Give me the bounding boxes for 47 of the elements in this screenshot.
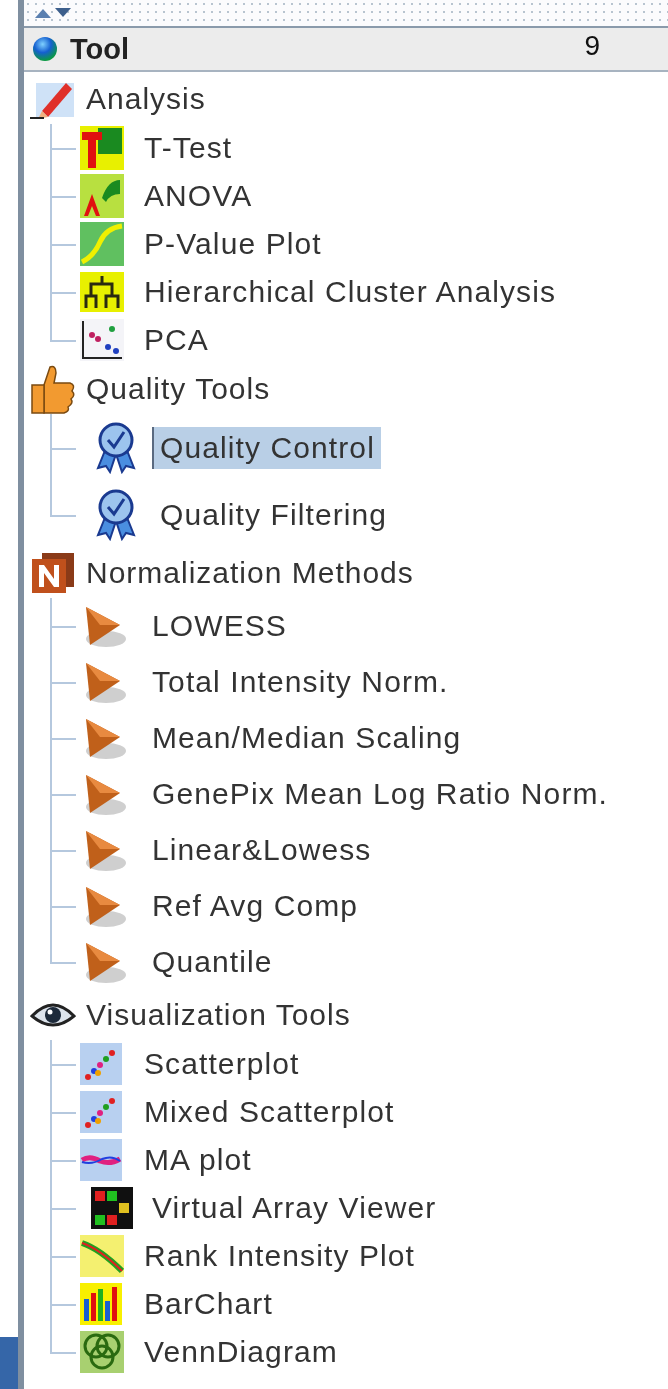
tree-item[interactable]: BarChart	[136, 1283, 279, 1325]
scatter-icon	[80, 1043, 122, 1085]
up-arrow-icon[interactable]	[34, 7, 52, 19]
panel-edge	[0, 1337, 18, 1389]
venn-icon	[80, 1331, 124, 1373]
tree-item[interactable]: Virtual Array Viewer	[144, 1187, 443, 1229]
tree-item[interactable]: T-Test	[136, 127, 239, 169]
tree-item[interactable]: Quantile	[144, 941, 279, 983]
panel-title: Tool	[70, 32, 130, 66]
thumbs-up-icon	[30, 363, 76, 415]
down-arrow-icon[interactable]	[54, 7, 72, 19]
tree-group[interactable]: Normalization Methods	[86, 556, 414, 590]
tree-item[interactable]: Hierarchical Cluster Analysis	[136, 271, 563, 313]
scatter-icon	[80, 319, 124, 361]
tree-item[interactable]: GenePix Mean Log Ratio Norm.	[144, 773, 614, 815]
tree-item[interactable]: Mixed Scatterplot	[136, 1091, 401, 1133]
tree-item[interactable]: Scatterplot	[136, 1043, 306, 1085]
heatmap-icon	[91, 1187, 133, 1229]
tree-group[interactable]: Analysis	[86, 82, 206, 116]
curve-plot-icon	[80, 222, 124, 266]
tree-group[interactable]: Visualization Tools	[86, 998, 351, 1032]
tree-item[interactable]: MA plot	[136, 1139, 258, 1181]
n-box-icon	[30, 551, 76, 595]
t-letters-icon	[80, 126, 124, 170]
tree-item[interactable]: Mean/Median Scaling	[144, 717, 468, 759]
tree-item[interactable]: Quality Filtering	[152, 493, 394, 536]
tree-item[interactable]: Total Intensity Norm.	[144, 661, 455, 703]
tree-item[interactable]: P-Value Plot	[136, 223, 328, 265]
tree-item[interactable]: ANOVA	[136, 175, 259, 217]
award-ribbon-icon	[96, 488, 136, 541]
anova-icon	[80, 174, 124, 218]
tree-item[interactable]: PCA	[136, 319, 215, 361]
item-count: 9	[584, 30, 600, 62]
tree-item[interactable]: Linear&Lowess	[144, 829, 378, 871]
tree-item[interactable]: Quality Control	[152, 426, 381, 469]
award-ribbon-icon	[96, 421, 136, 474]
tree-group[interactable]: Quality Tools	[86, 372, 271, 406]
tree-item[interactable]: VennDiagram	[136, 1331, 344, 1373]
ma-plot-icon	[80, 1139, 122, 1181]
sphere-icon	[32, 36, 58, 62]
scatter-icon	[80, 1091, 122, 1133]
tree-item[interactable]: Rank Intensity Plot	[136, 1235, 422, 1277]
dendrogram-icon	[80, 272, 124, 312]
bar-chart-icon	[80, 1283, 122, 1325]
tree-item[interactable]: Ref Avg Comp	[144, 885, 365, 927]
decay-curve-icon	[80, 1235, 124, 1277]
tree-item[interactable]: LOWESS	[144, 605, 293, 647]
